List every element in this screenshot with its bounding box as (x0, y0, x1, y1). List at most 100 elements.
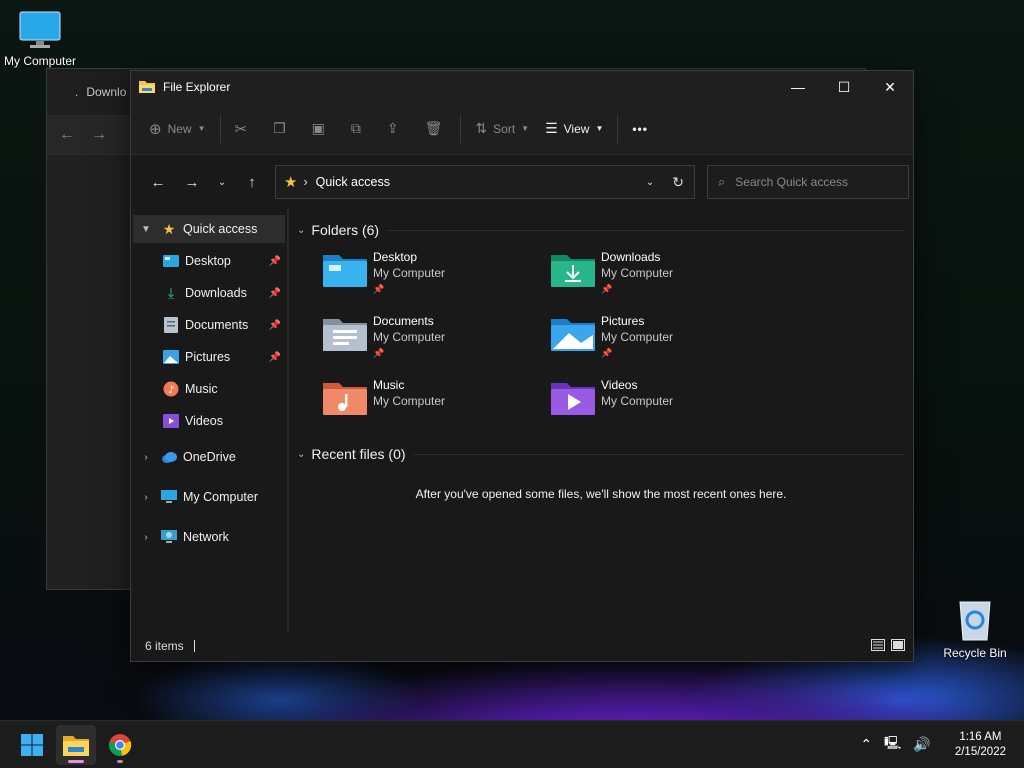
video-icon (163, 413, 179, 429)
command-bar: ⊕ New ▼ ✂ ❐ ▣ ⧉ ⇪ 🗑 ⇅ Sort ▼ ☰ View ▼ ••… (131, 103, 913, 155)
address-dropdown-icon[interactable]: ⌄ (646, 177, 654, 188)
folder-location: My Computer (601, 266, 674, 280)
large-icons-view-icon[interactable] (891, 638, 905, 654)
folder-tile-pictures[interactable]: Pictures My Computer 📌 (551, 313, 779, 365)
breadcrumb-chevron-icon: › (303, 175, 308, 189)
breadcrumb-location[interactable]: Quick access (316, 175, 390, 189)
sidebar-item-network[interactable]: › Network (133, 523, 285, 551)
expand-chevron-icon[interactable]: › (139, 452, 153, 463)
folder-tile-videos[interactable]: Videos My Computer (551, 377, 779, 429)
folders-header-label: Folders (6) (311, 222, 380, 238)
folder-tile-downloads[interactable]: Downloads My Computer 📌 (551, 249, 779, 301)
desktop-icon-recycle-bin[interactable]: Recycle Bin (935, 598, 1015, 660)
rename-button[interactable]: ⧉ (343, 111, 369, 147)
view-list-icon: ☰ (545, 120, 558, 136)
sidebar-item-label: Music (185, 382, 218, 396)
back-button[interactable]: ← (141, 166, 175, 198)
recent-files-group-header[interactable]: ⌄ Recent files (0) (297, 443, 905, 465)
paste-button[interactable]: ▣ (304, 111, 333, 147)
copy-icon: ❐ (273, 120, 286, 136)
collapse-chevron-icon[interactable]: ⌄ (297, 225, 305, 236)
pictures-folder-icon (551, 319, 595, 351)
expand-chevron-icon[interactable]: › (139, 532, 153, 543)
clock[interactable]: 1:16 AM 2/15/2022 (955, 730, 1006, 760)
search-placeholder: Search Quick access (735, 175, 848, 189)
rename-icon: ⧉ (350, 120, 361, 136)
folder-tile-desktop[interactable]: Desktop My Computer 📌 (323, 249, 551, 301)
cut-button[interactable]: ✂ (227, 111, 256, 147)
music-icon: ♪ (163, 381, 179, 397)
sidebar-item-quick-access[interactable]: ▼ ★ Quick access (133, 215, 285, 243)
show-hidden-icons-chevron-icon[interactable]: ⌃ (860, 736, 872, 753)
sidebar-item-desktop[interactable]: Desktop 📌 (133, 247, 285, 275)
title-bar[interactable]: File Explorer — ☐ ✕ (131, 71, 913, 103)
navigation-pane: ▼ ★ Quick access Desktop 📌 ⤓ Downloads 📌… (131, 209, 289, 631)
sidebar-item-label: Documents (185, 318, 249, 332)
sidebar-item-label: Videos (185, 414, 223, 428)
recent-files-empty-message: After you've opened some files, we'll sh… (415, 487, 787, 501)
maximize-button[interactable]: ☐ (821, 71, 867, 103)
forward-button[interactable]: → (175, 166, 209, 198)
sidebar-item-downloads[interactable]: ⤓ Downloads 📌 (133, 279, 285, 307)
sidebar-item-music[interactable]: ♪ Music (133, 375, 285, 403)
chevron-down-icon: ▼ (197, 124, 206, 133)
background-window-title: Downlo (86, 85, 127, 99)
status-bar: 6 items (131, 631, 913, 661)
monitor-icon (18, 10, 62, 50)
group-divider (413, 453, 905, 455)
sidebar-item-onedrive[interactable]: › OneDrive (133, 443, 285, 471)
expand-chevron-icon[interactable]: ▼ (139, 224, 153, 235)
desktop-folder-icon (323, 255, 367, 287)
recent-locations-button[interactable]: ⌄ (209, 166, 235, 198)
more-options-button[interactable]: ••• (624, 111, 656, 147)
folders-group-header[interactable]: ⌄ Folders (6) (297, 219, 905, 241)
minimize-button[interactable]: — (775, 71, 821, 103)
copy-button[interactable]: ❐ (265, 111, 294, 147)
pin-icon: 📌 (373, 348, 385, 358)
folder-location: My Computer (373, 266, 446, 280)
folder-name: Downloads (601, 250, 661, 264)
search-box[interactable]: ⌕ Search Quick access (707, 165, 909, 199)
content-pane: ⌄ Folders (6) Desktop My Computer 📌 Down… (289, 209, 913, 631)
plus-circle-icon: ⊕ (149, 120, 162, 138)
desktop-icon-my-computer[interactable]: My Computer (0, 10, 80, 68)
sidebar-item-pictures[interactable]: Pictures 📌 (133, 343, 285, 371)
taskbar-file-explorer[interactable] (56, 724, 96, 765)
downloads-folder-icon (551, 255, 595, 287)
chevron-down-icon: ▼ (521, 124, 530, 133)
folder-tile-documents[interactable]: Documents My Computer 📌 (323, 313, 551, 365)
sidebar-item-label: Desktop (185, 254, 231, 268)
refresh-icon[interactable]: ↻ (672, 174, 684, 191)
new-button[interactable]: ⊕ New ▼ (141, 111, 214, 147)
toolbar-divider (460, 114, 462, 143)
star-icon: ★ (284, 174, 298, 191)
sidebar-item-label: Quick access (183, 222, 258, 236)
network-status-icon[interactable]: 🖳 (884, 734, 901, 756)
sidebar-item-documents[interactable]: Documents 📌 (133, 311, 285, 339)
sidebar-item-videos[interactable]: Videos (133, 407, 285, 435)
forward-arrow-icon[interactable]: → (91, 126, 107, 144)
start-button[interactable] (12, 725, 52, 765)
up-button[interactable]: ↑ (235, 166, 269, 198)
collapse-chevron-icon[interactable]: ⌄ (297, 449, 305, 460)
details-view-icon[interactable] (871, 638, 885, 654)
sidebar-item-my-computer[interactable]: › My Computer (133, 483, 285, 511)
back-arrow-icon[interactable]: ← (59, 126, 75, 144)
folder-tiles: Desktop My Computer 📌 Downloads My Compu… (297, 241, 905, 429)
view-button[interactable]: ☰ View ▼ (537, 111, 611, 147)
address-bar[interactable]: ★ › Quick access ⌄ ↻ (275, 165, 695, 199)
expand-chevron-icon[interactable]: › (139, 492, 153, 503)
taskbar-chrome[interactable] (100, 725, 140, 765)
clock-time: 1:16 AM (959, 730, 1002, 743)
share-button[interactable]: ⇪ (379, 111, 407, 147)
folder-tile-music[interactable]: Music My Computer (323, 377, 551, 429)
close-button[interactable]: ✕ (867, 71, 913, 103)
volume-icon[interactable]: 🔊 (913, 736, 930, 753)
window-title: File Explorer (163, 80, 231, 94)
sidebar-item-label: Pictures (185, 350, 231, 364)
delete-button[interactable]: 🗑 (417, 111, 451, 147)
sort-button[interactable]: ⇅ Sort ▼ (467, 111, 537, 147)
pin-icon: 📌 (268, 319, 281, 331)
file-explorer-window[interactable]: File Explorer — ☐ ✕ ⊕ New ▼ ✂ ❐ ▣ ⧉ ⇪ 🗑 … (130, 70, 914, 662)
item-count: 6 items (145, 639, 184, 653)
